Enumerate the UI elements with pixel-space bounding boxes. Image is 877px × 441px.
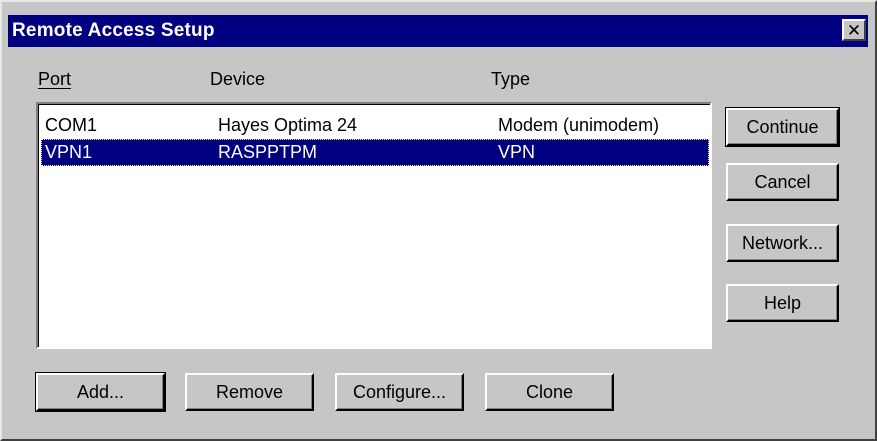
remove-button[interactable]: Remove — [185, 373, 314, 411]
list-item[interactable]: COM1 Hayes Optima 24 Modem (unimodem) — [41, 112, 709, 139]
column-header-port: Port — [38, 69, 71, 90]
add-button-label: Add... — [76, 381, 125, 402]
ports-listbox[interactable]: COM1 Hayes Optima 24 Modem (unimodem) VP… — [36, 102, 712, 349]
add-button[interactable]: Add... — [35, 372, 166, 412]
continue-button-label: Continue — [746, 116, 819, 137]
network-button-label: Network... — [741, 232, 824, 253]
row-port: COM1 — [45, 115, 98, 135]
row-device: RASPPTPM — [218, 142, 318, 162]
continue-button[interactable]: Continue — [725, 107, 840, 147]
configure-button-label: Configure... — [352, 381, 447, 402]
clone-button[interactable]: Clone — [485, 373, 614, 411]
row-port: VPN1 — [45, 142, 93, 162]
clone-button-label: Clone — [525, 381, 574, 402]
column-header-device-label: Device — [210, 69, 266, 89]
cancel-button[interactable]: Cancel — [726, 163, 839, 201]
row-type: Modem (unimodem) — [498, 115, 660, 135]
row-device: Hayes Optima 24 — [218, 115, 358, 135]
column-header-type: Type — [491, 69, 530, 90]
network-button[interactable]: Network... — [726, 224, 839, 262]
help-button[interactable]: Help — [726, 284, 839, 322]
remove-button-label: Remove — [215, 381, 284, 402]
close-glyph: ✕ — [846, 20, 862, 40]
column-header-type-label: Type — [491, 69, 531, 89]
help-button-label: Help — [763, 292, 802, 313]
close-icon[interactable]: ✕ — [842, 19, 866, 41]
remote-access-setup-dialog: Remote Access Setup ✕ Port Device Type C… — [0, 0, 877, 441]
window-title: Remote Access Setup — [12, 20, 215, 41]
column-header-port-label: Port — [38, 69, 72, 89]
column-header-device: Device — [210, 69, 265, 90]
cancel-button-label: Cancel — [754, 171, 811, 192]
configure-button[interactable]: Configure... — [335, 373, 464, 411]
row-type: VPN — [498, 142, 536, 162]
title-bar[interactable]: Remote Access Setup ✕ — [8, 15, 868, 47]
list-item-selected[interactable]: VPN1 RASPPTPM VPN — [41, 139, 709, 166]
